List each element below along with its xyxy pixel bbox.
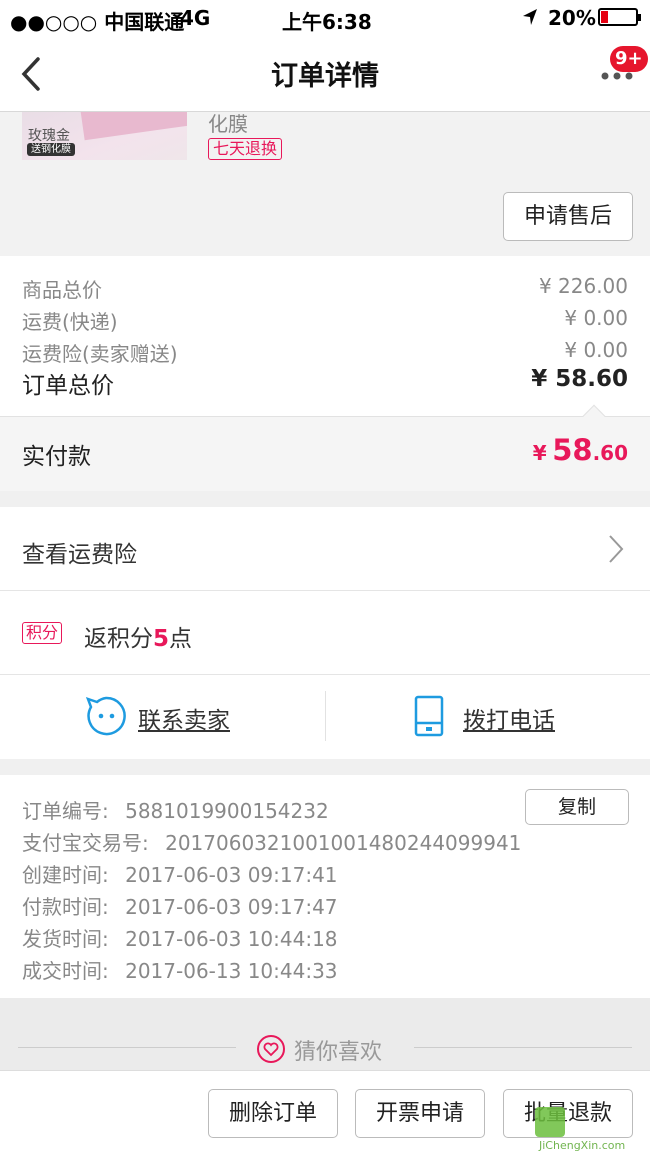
message-badge: 9+ [610,46,648,72]
contact-seller-label: 联系卖家 [138,708,230,734]
info-value: 2017060321001001480244099941 [165,831,522,855]
points-text: 返积分5点 [84,619,192,653]
view-insurance-row[interactable]: 查看运费险 [0,507,650,590]
status-bar: ●●○○○ 中国联通 4G 上午6:38 20% [0,0,650,36]
info-label: 发货时间: [22,927,109,951]
delete-order-button[interactable]: 删除订单 [208,1089,338,1138]
price-row-total: 订单总价 ¥ 58.60 [22,366,628,400]
created-time-row: 创建时间: 2017-06-03 09:17:41 [22,859,338,888]
paid-currency: ¥ [532,441,547,465]
paid-row: 实付款 ¥ 58.60 [0,404,650,491]
order-info-section: 复制 订单编号: 5881019900154232 支付宝交易号: 201706… [0,775,650,998]
return-policy-tag: 七天退换 [208,138,283,160]
invoice-request-button[interactable]: 开票申请 [355,1089,485,1138]
price-label: 运费(快递) [22,310,118,334]
shipped-time-row: 发货时间: 2017-06-03 10:44:18 [22,923,338,952]
guess-like-label: 猜你喜欢 [294,1040,383,1065]
page-title: 订单详情 [271,61,379,92]
info-value: 2017-06-03 09:17:47 [125,895,338,919]
price-row-goods: 商品总价 ¥ 226.00 [22,274,628,303]
insurance-label: 查看运费险 [22,542,137,568]
price-row-insurance: 运费险(卖家赠送) ¥ 0.00 [22,338,628,367]
divider [414,1047,632,1048]
info-label: 订单编号: [22,799,109,823]
thumb-tag: 送钢化膜 [27,143,75,156]
total-value: ¥ 58.60 [531,366,628,392]
price-row-shipping: 运费(快递) ¥ 0.00 [22,306,628,335]
completed-time-row: 成交时间: 2017-06-13 10:44:33 [22,955,338,984]
contact-row: 联系卖家 拨打电话 [0,675,650,759]
divider [18,1047,236,1048]
thumb-color-label: 玫瑰金 [28,128,70,144]
points-prefix: 返积分 [84,626,153,652]
divider [325,691,326,741]
chat-face-icon [85,695,127,737]
points-row: 积分 返积分5点 [0,591,650,674]
info-value: 2017-06-13 10:44:33 [125,959,338,983]
battery-icon [598,8,641,26]
alipay-trade-row: 支付宝交易号: 2017060321001001480244099941 [22,827,521,856]
info-value: 2017-06-03 09:17:41 [125,863,338,887]
heart-icon [256,1034,286,1064]
network-label: 4G [180,6,211,30]
price-value: ¥ 0.00 [564,306,628,330]
paid-dec: .60 [592,441,628,465]
call-phone-button[interactable]: 拨打电话 [414,695,574,739]
price-section: 商品总价 ¥ 226.00 运费(快递) ¥ 0.00 运费险(卖家赠送) ¥ … [0,256,650,491]
info-label: 成交时间: [22,959,109,983]
pointer-caret [582,404,606,428]
price-value: ¥ 0.00 [564,338,628,362]
product-name[interactable]: 化膜 [208,108,248,137]
order-number-row: 订单编号: 5881019900154232 [22,795,329,824]
call-phone-label: 拨打电话 [463,708,555,734]
info-label: 支付宝交易号: [22,831,149,855]
price-label: 商品总价 [22,278,102,302]
carrier-label: ●●○○○ 中国联通 [10,10,185,34]
copy-button[interactable]: 复制 [525,789,629,825]
product-section: 玫瑰金 送钢化膜 化膜 七天退换 申请售后 [0,112,650,256]
paid-amount: ¥ 58.60 [533,433,628,467]
contact-seller-button[interactable]: 联系卖家 [85,695,285,739]
info-label: 付款时间: [22,895,109,919]
phone-icon [414,695,444,737]
clock: 上午6:38 [282,10,372,34]
info-value: 5881019900154232 [125,799,329,823]
chevron-right-icon [606,533,626,565]
points-suffix: 点 [169,626,193,652]
watermark-logo: JiChengXin.com [533,1105,647,1155]
paid-label: 实付款 [22,444,91,470]
guess-like-header: 猜你喜欢 [0,998,650,1070]
after-sale-button[interactable]: 申请售后 [503,192,633,241]
paid-time-row: 付款时间: 2017-06-03 09:17:47 [22,891,338,920]
points-badge: 积分 [22,622,63,644]
location-arrow-icon [522,7,538,25]
total-label: 订单总价 [22,373,114,399]
battery-percent: 20% [548,6,596,30]
info-label: 创建时间: [22,863,109,887]
price-label: 运费险(卖家赠送) [22,342,178,366]
price-value: ¥ 226.00 [538,274,628,298]
watermark-text: JiChengXin.com [539,1139,626,1152]
product-thumbnail[interactable]: 玫瑰金 送钢化膜 [22,112,187,160]
paid-int: 58 [552,433,593,467]
nav-bar: 订单详情 9+ [0,36,650,112]
points-number: 5 [153,626,170,652]
info-value: 2017-06-03 10:44:18 [125,927,338,951]
watermark-leaf-icon [535,1107,565,1137]
